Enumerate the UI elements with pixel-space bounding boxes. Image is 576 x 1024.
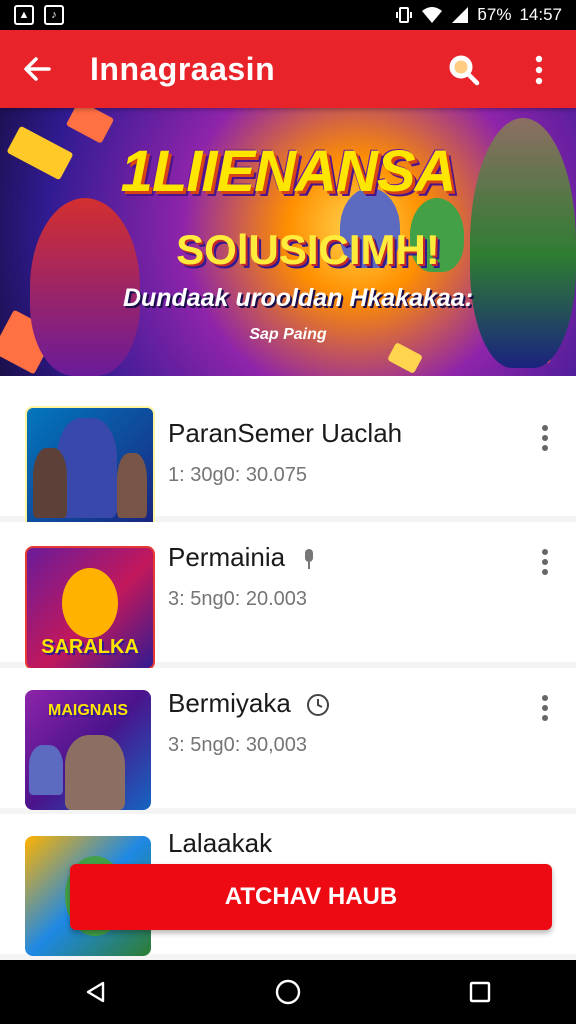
item-meta: 1: 30g0: 30.075: [168, 464, 308, 486]
clock: 14:57: [519, 5, 562, 24]
square-recents-icon: [469, 981, 491, 1003]
decor-gem: [387, 342, 423, 374]
battery-text: ⁠ƃ7%: [477, 5, 512, 24]
circle-home-icon: [275, 979, 301, 1005]
character-figure: [33, 448, 67, 518]
character-figure: [65, 735, 125, 810]
banner-small-text: Sap Paing: [249, 326, 327, 343]
item-meta: 3: 5ng0: 30,003: [168, 734, 308, 756]
banner-subtitle: SOlUSICIMH!: [176, 226, 440, 273]
more-vert-icon: [535, 55, 543, 85]
wifi-icon: [422, 7, 443, 23]
item-more-button[interactable]: [534, 544, 556, 580]
system-navigation-bar: [0, 960, 576, 1024]
nav-home-button[interactable]: [258, 962, 318, 1022]
item-title: ParanSemer Uaclah: [168, 418, 403, 448]
character-figure: [117, 453, 147, 518]
list-item[interactable]: MAIGNAIS Bermiyaka 3: 5ng0: 30,003: [0, 668, 576, 810]
item-title-text: Permainia: [168, 542, 286, 572]
microphone-icon: [305, 549, 314, 570]
character-figure: [62, 568, 118, 638]
banner-title: 1LIIENANSA: [120, 139, 457, 204]
item-meta: 3: 5ng0: 20.003: [168, 588, 308, 610]
triangle-back-icon: [86, 981, 105, 1003]
arrow-back-icon: [24, 57, 51, 81]
app-bar: Innagraasin: [0, 30, 576, 108]
status-indicators: ⁠ƃ7% 14:57: [395, 0, 562, 30]
vibrate-icon: [396, 7, 413, 23]
clock-icon: [307, 694, 330, 717]
more-vert-icon: [542, 425, 548, 451]
back-button[interactable]: [18, 50, 56, 88]
game-thumbnail: MAIGNAIS: [25, 690, 151, 810]
overflow-menu-button[interactable]: [522, 50, 556, 90]
banner-tagline: Dundaak urooldan Hkakakaa:: [122, 284, 474, 312]
search-icon: [449, 55, 480, 86]
app-title: Innagraasin: [90, 51, 276, 87]
nav-back-button[interactable]: [66, 962, 126, 1022]
primary-action-button[interactable]: ATCHAV HAUB: [70, 864, 552, 930]
status-bar: ▲ ♪ ⁠ƃ7% 14:57: [0, 0, 576, 30]
item-more-button[interactable]: [534, 690, 556, 726]
promo-banner[interactable]: 1LIIENANSA SOlUSICIMH! Dundaak urooldan …: [0, 108, 576, 376]
item-title: Bermiyaka: [168, 688, 330, 719]
app-notification-icon: ♪: [44, 5, 64, 25]
game-thumbnail: SARALKA: [25, 546, 155, 670]
item-title-text: Bermiyaka: [168, 688, 291, 718]
more-vert-icon: [542, 549, 548, 575]
character-figure: [29, 745, 63, 795]
item-more-button[interactable]: [534, 420, 556, 456]
list-item[interactable]: SARALKA Permainia 3: 5ng0: 20.003: [0, 522, 576, 670]
thumbnail-label: SARALKA: [41, 636, 139, 658]
item-title: Lalaakak: [168, 828, 273, 858]
nav-recents-button[interactable]: [450, 962, 510, 1022]
signal-icon: [452, 7, 469, 23]
gallery-notification-icon: ▲: [14, 5, 34, 25]
list-item[interactable]: ParanSemer Uaclah 1: 30g0: 30.075: [0, 376, 576, 530]
item-title: Permainia: [168, 542, 318, 573]
search-button[interactable]: [444, 50, 484, 90]
game-thumbnail: [25, 406, 155, 530]
more-vert-icon: [542, 695, 548, 721]
thumbnail-label: MAIGNAIS: [48, 702, 128, 719]
